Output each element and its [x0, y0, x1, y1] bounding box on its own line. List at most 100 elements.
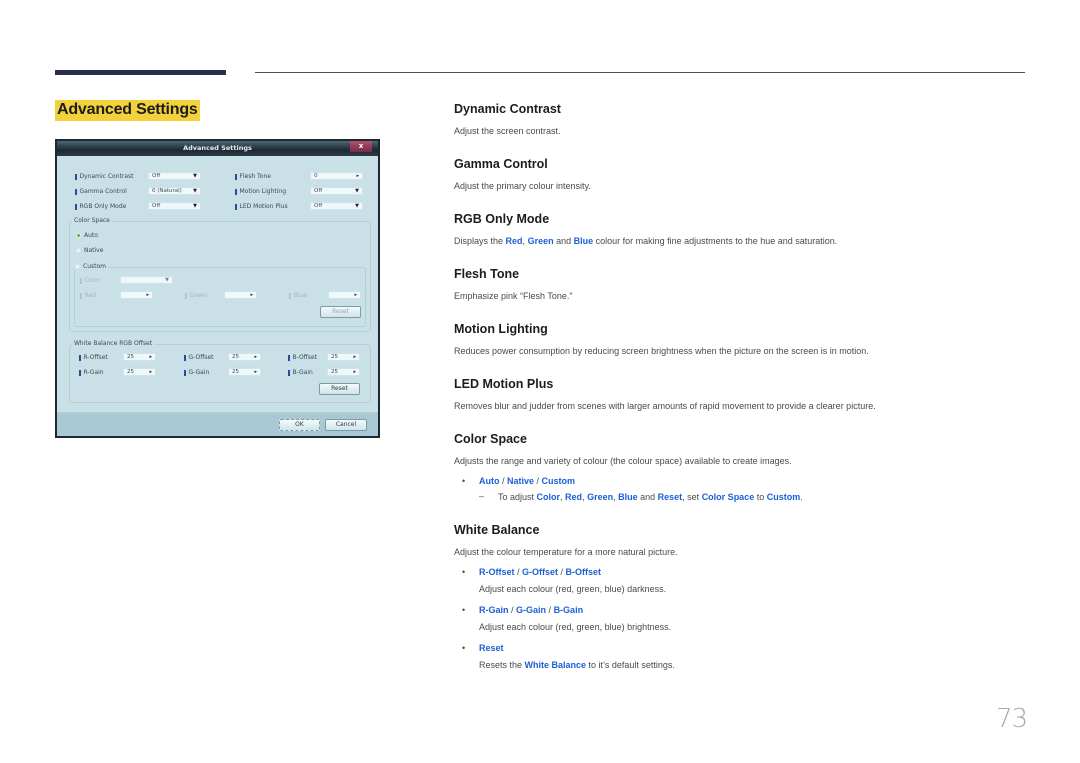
term-green: Green [587, 492, 614, 502]
term-reset: Reset [657, 492, 683, 502]
dialog-footer: OK Cancel [57, 413, 378, 436]
term-green: Green [527, 236, 554, 246]
label-marker-icon [79, 354, 81, 361]
term-b-offset: B-Offset [565, 567, 602, 577]
rgb-only-mode-dropdown[interactable]: Off ▼ [148, 202, 201, 210]
setting-label: LED Motion Plus [239, 203, 288, 210]
label-marker-icon [80, 277, 82, 284]
b-offset-stepper[interactable]: 25 ▸ [327, 353, 360, 361]
radio-label: Native [84, 247, 104, 254]
chevron-right-icon[interactable]: ▸ [356, 173, 359, 180]
wb-offset-desc: Adjust each colour (red, green, blue) da… [479, 584, 667, 594]
ok-button[interactable]: OK [279, 419, 320, 431]
label-marker-icon [289, 292, 291, 299]
text: to it’s default settings. [586, 660, 675, 670]
label-text: R-Gain [83, 369, 104, 376]
white-balance-legend: White Balance RGB Offset [72, 340, 155, 347]
dropdown-value: 0 (Natural) [152, 188, 182, 194]
wb-gain-desc: Adjust each colour (red, green, blue) br… [479, 622, 672, 632]
label-marker-icon [235, 173, 237, 180]
custom-green-label: Green [185, 292, 208, 299]
custom-blue-stepper[interactable]: ▸ [328, 291, 361, 299]
setting-label: Gamma Control [79, 188, 127, 195]
custom-color-dropdown[interactable]: ▼ [120, 276, 173, 284]
text: / [534, 476, 542, 486]
text: / [546, 605, 554, 615]
heading-white-balance: White Balance [454, 523, 540, 537]
led-motion-plus-dropdown[interactable]: Off ▼ [310, 202, 363, 210]
stepper-value: 0 [314, 173, 318, 179]
color-space-options: Auto / Native / Custom [479, 476, 575, 486]
setting-rgb-only-mode: RGB Only Mode [75, 203, 126, 210]
label-text: Color [84, 277, 101, 284]
close-button[interactable]: x [350, 141, 372, 152]
flesh-tone-stepper[interactable]: 0 ▸ [310, 172, 363, 180]
dropdown-value: Off [314, 188, 323, 194]
dialog-title: Advanced Settings [183, 144, 252, 152]
label-marker-icon [75, 173, 77, 180]
bullet-icon: • [462, 567, 466, 577]
custom-reset-button[interactable]: Reset [320, 306, 361, 318]
wb-gain-terms: R-Gain / G-Gain / B-Gain [479, 605, 583, 615]
desc-dynamic-contrast: Adjust the screen contrast. [454, 126, 561, 136]
setting-led-motion-plus: LED Motion Plus [235, 203, 288, 210]
text: and [553, 236, 574, 246]
g-gain-stepper[interactable]: 25 ▸ [228, 368, 261, 376]
text: / [558, 567, 566, 577]
wb-offset-terms: R-Offset / G-Offset / B-Offset [479, 567, 601, 577]
stepper-value: 25 [331, 369, 338, 375]
chevron-right-icon: ▸ [354, 292, 357, 298]
term-native: Native [507, 476, 535, 486]
r-offset-stepper[interactable]: 25 ▸ [123, 353, 156, 361]
color-space-legend: Color Space [72, 217, 112, 224]
text: colour for making fine adjustments to th… [593, 236, 838, 246]
dynamic-contrast-dropdown[interactable]: Off ▼ [148, 172, 201, 180]
setting-motion-lighting: Motion Lighting [235, 188, 286, 195]
g-offset-stepper[interactable]: 25 ▸ [228, 353, 261, 361]
radio-native[interactable]: Native [76, 247, 103, 254]
text: / [508, 605, 517, 615]
label-marker-icon [235, 188, 237, 195]
wb-b-gain-label: B-Gain [288, 369, 313, 376]
header-rule-thick [55, 70, 226, 75]
label-marker-icon [288, 369, 290, 376]
chevron-down-icon: ▼ [193, 188, 197, 194]
motion-lighting-dropdown[interactable]: Off ▼ [310, 187, 363, 195]
text: / [514, 567, 523, 577]
setting-dynamic-contrast: Dynamic Contrast [75, 173, 134, 180]
bullet-icon: • [462, 476, 466, 486]
wb-g-gain-label: G-Gain [184, 369, 209, 376]
text: . [800, 492, 803, 502]
white-balance-reset-button[interactable]: Reset [319, 383, 360, 395]
gamma-control-dropdown[interactable]: 0 (Natural) ▼ [148, 187, 201, 195]
custom-color-label: Color [80, 277, 100, 284]
custom-red-stepper[interactable]: ▸ [120, 291, 153, 299]
term-blue: Blue [618, 492, 638, 502]
header-rule-thin [255, 72, 1025, 73]
custom-green-stepper[interactable]: ▸ [224, 291, 257, 299]
radio-custom[interactable]: Custom [73, 263, 108, 270]
term-color-space: Color Space [701, 492, 755, 502]
text: To adjust [498, 492, 537, 502]
label-marker-icon [75, 188, 77, 195]
label-text: B-Gain [292, 369, 313, 376]
b-gain-stepper[interactable]: 25 ▸ [327, 368, 360, 376]
r-gain-stepper[interactable]: 25 ▸ [123, 368, 156, 376]
label-text: G-Offset [188, 354, 214, 361]
radio-label: Auto [84, 232, 98, 239]
chevron-down-icon: ▼ [193, 203, 197, 209]
label-marker-icon [184, 354, 186, 361]
text: , set [682, 492, 702, 502]
chevron-right-icon: ▸ [254, 354, 257, 360]
setting-label: RGB Only Mode [79, 203, 127, 210]
label-marker-icon [80, 292, 82, 299]
cancel-button[interactable]: Cancel [325, 419, 367, 431]
radio-auto[interactable]: Auto [76, 232, 98, 239]
page-number: 73 [996, 704, 1028, 734]
desc-motion-lighting: Reduces power consumption by reducing sc… [454, 346, 869, 356]
term-color: Color [536, 492, 561, 502]
chevron-down-icon: ▼ [193, 173, 197, 179]
term-custom: Custom [766, 492, 801, 502]
dropdown-value: Off [152, 203, 161, 209]
radio-selected-icon [76, 233, 81, 238]
